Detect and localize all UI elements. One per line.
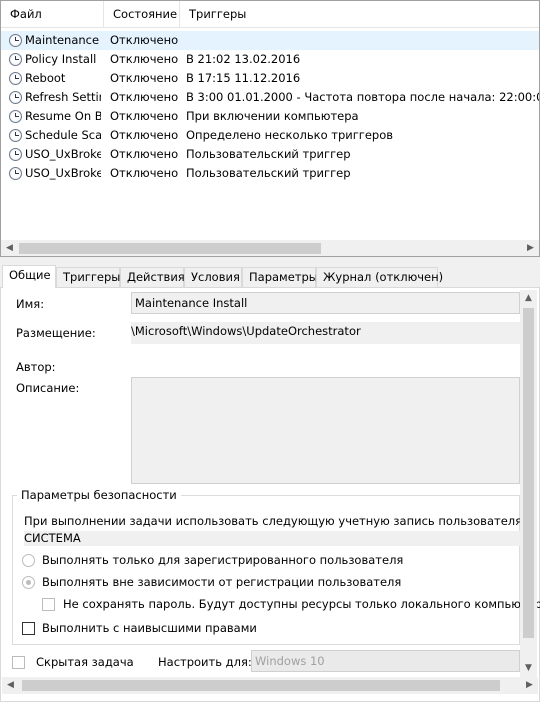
task-name: Refresh Settings bbox=[25, 90, 101, 104]
task-status: Отключено bbox=[110, 147, 179, 161]
chevron-left-icon[interactable]: ◀ bbox=[1, 240, 18, 256]
task-status: Отключено bbox=[110, 71, 179, 85]
scrollbar-thumb[interactable] bbox=[523, 308, 534, 638]
task-trigger: Пользовательский триггер bbox=[186, 166, 351, 180]
details-horizontal-scrollbar[interactable]: ◀ ▶ bbox=[2, 677, 538, 694]
radio-logged-on-only[interactable] bbox=[22, 554, 35, 567]
clock-icon bbox=[9, 53, 22, 66]
location-value: \Microsoft\Windows\UpdateOrchestrator bbox=[131, 322, 520, 344]
task-trigger: При включении компьютера bbox=[186, 109, 359, 123]
chevron-down-icon[interactable]: ▼ bbox=[520, 660, 537, 677]
table-row[interactable]: USO_UxBroker_ReadyToReboot Отключено Пол… bbox=[1, 164, 539, 183]
tab-triggers[interactable]: Триггеры bbox=[56, 267, 120, 287]
task-status: Отключено bbox=[110, 33, 179, 47]
clock-icon bbox=[9, 167, 22, 180]
highest-privileges-label: Выполнить с наивысшими правами bbox=[42, 621, 257, 635]
hidden-task-checkbox[interactable] bbox=[12, 656, 25, 669]
chevron-right-icon[interactable]: ▶ bbox=[522, 240, 539, 256]
description-label: Описание: bbox=[16, 381, 80, 395]
task-trigger: В 3:00 01.01.2000 - Частота повтора посл… bbox=[186, 90, 539, 104]
clock-icon bbox=[9, 110, 22, 123]
task-list-horizontal-scrollbar[interactable]: ◀ ▶ bbox=[1, 240, 539, 256]
task-rows: Maintenance Install Отключено Policy Ins… bbox=[1, 31, 539, 183]
task-name: Schedule Scan bbox=[25, 128, 101, 142]
column-header-file[interactable]: Файл bbox=[1, 1, 104, 28]
tab-history[interactable]: Журнал (отключен) bbox=[316, 267, 443, 287]
hidden-task-label: Скрытая задача bbox=[36, 655, 134, 669]
task-name: Resume On Boot bbox=[25, 109, 101, 123]
chevron-right-icon[interactable]: ▶ bbox=[521, 677, 538, 694]
task-trigger: В 17:15 11.12.2016 bbox=[186, 71, 301, 85]
tab-strip: Общие Триггеры Действия Условия Параметр… bbox=[0, 265, 540, 288]
task-trigger: Пользовательский триггер bbox=[186, 147, 351, 161]
chevron-left-icon[interactable]: ◀ bbox=[2, 677, 19, 694]
table-row[interactable]: Reboot Отключено В 17:15 11.12.2016 bbox=[1, 69, 539, 88]
name-field[interactable]: Maintenance Install bbox=[131, 292, 520, 314]
configure-for-label: Настроить для: bbox=[158, 655, 252, 669]
task-name: Reboot bbox=[25, 71, 66, 85]
column-header-triggers[interactable]: Триггеры bbox=[180, 1, 539, 28]
tab-settings[interactable]: Параметры bbox=[242, 267, 318, 287]
scrollbar-thumb[interactable] bbox=[19, 243, 321, 254]
clock-icon bbox=[9, 129, 22, 142]
task-name: Maintenance Install bbox=[25, 33, 101, 47]
chevron-up-icon[interactable]: ▲ bbox=[520, 290, 537, 307]
run-as-text: При выполнении задачи использовать следу… bbox=[24, 514, 526, 528]
task-status: Отключено bbox=[110, 128, 179, 142]
radio-run-whether-label: Выполнять вне зависимости от регистрации… bbox=[42, 575, 402, 589]
author-label: Автор: bbox=[16, 360, 56, 374]
task-status: Отключено bbox=[110, 90, 179, 104]
table-row[interactable]: Maintenance Install Отключено bbox=[1, 31, 539, 50]
clock-icon bbox=[9, 34, 22, 47]
table-row[interactable]: Schedule Scan Отключено Определено неско… bbox=[1, 126, 539, 145]
clock-icon bbox=[9, 148, 22, 161]
clock-icon bbox=[9, 91, 22, 104]
name-label: Имя: bbox=[16, 297, 45, 311]
description-textarea[interactable] bbox=[131, 377, 520, 484]
highest-privileges-checkbox[interactable] bbox=[22, 622, 35, 635]
tab-conditions[interactable]: Условия bbox=[184, 267, 242, 287]
table-row[interactable]: Resume On Boot Отключено При включении к… bbox=[1, 107, 539, 126]
clock-icon bbox=[9, 72, 22, 85]
task-name: USO_UxBroker_Display bbox=[25, 147, 101, 161]
radio-run-whether-logged-on[interactable] bbox=[22, 576, 35, 589]
configure-for-select[interactable]: Windows 10 bbox=[251, 650, 520, 672]
do-not-store-password-checkbox[interactable] bbox=[42, 598, 55, 611]
radio-logged-on-label: Выполнять только для зарегистрированного… bbox=[42, 553, 404, 567]
do-not-store-password-label: Не сохранять пароль. Будут доступны ресу… bbox=[63, 597, 540, 611]
security-options-title: Параметры безопасности bbox=[17, 488, 181, 502]
tab-general[interactable]: Общие bbox=[2, 265, 56, 288]
task-trigger: Определено несколько триггеров bbox=[186, 128, 394, 142]
task-list: Файл Состояние Триггеры Maintenance Inst… bbox=[0, 0, 540, 257]
details-vertical-scrollbar[interactable]: ▲ ▼ bbox=[520, 290, 537, 677]
task-trigger bbox=[186, 31, 539, 50]
scrollbar-thumb[interactable] bbox=[22, 680, 500, 691]
account-value: СИСТЕМА bbox=[24, 531, 520, 546]
column-header-status[interactable]: Состояние bbox=[104, 1, 180, 28]
task-status: Отключено bbox=[110, 52, 179, 66]
task-trigger: В 21:02 13.02.2016 bbox=[186, 52, 301, 66]
location-label: Размещение: bbox=[16, 326, 96, 340]
task-list-header: Файл Состояние Триггеры bbox=[1, 1, 539, 28]
task-name: Policy Install bbox=[25, 52, 97, 66]
task-name: USO_UxBroker_ReadyToReboot bbox=[25, 166, 101, 180]
tab-actions[interactable]: Действия bbox=[120, 267, 185, 287]
table-row[interactable]: Policy Install Отключено В 21:02 13.02.2… bbox=[1, 50, 539, 69]
radio-selected-dot bbox=[26, 580, 31, 585]
table-row[interactable]: Refresh Settings Отключено В 3:00 01.01.… bbox=[1, 88, 539, 107]
task-status: Отключено bbox=[110, 109, 179, 123]
table-row[interactable]: USO_UxBroker_Display Отключено Пользоват… bbox=[1, 145, 539, 164]
task-status: Отключено bbox=[110, 166, 179, 180]
